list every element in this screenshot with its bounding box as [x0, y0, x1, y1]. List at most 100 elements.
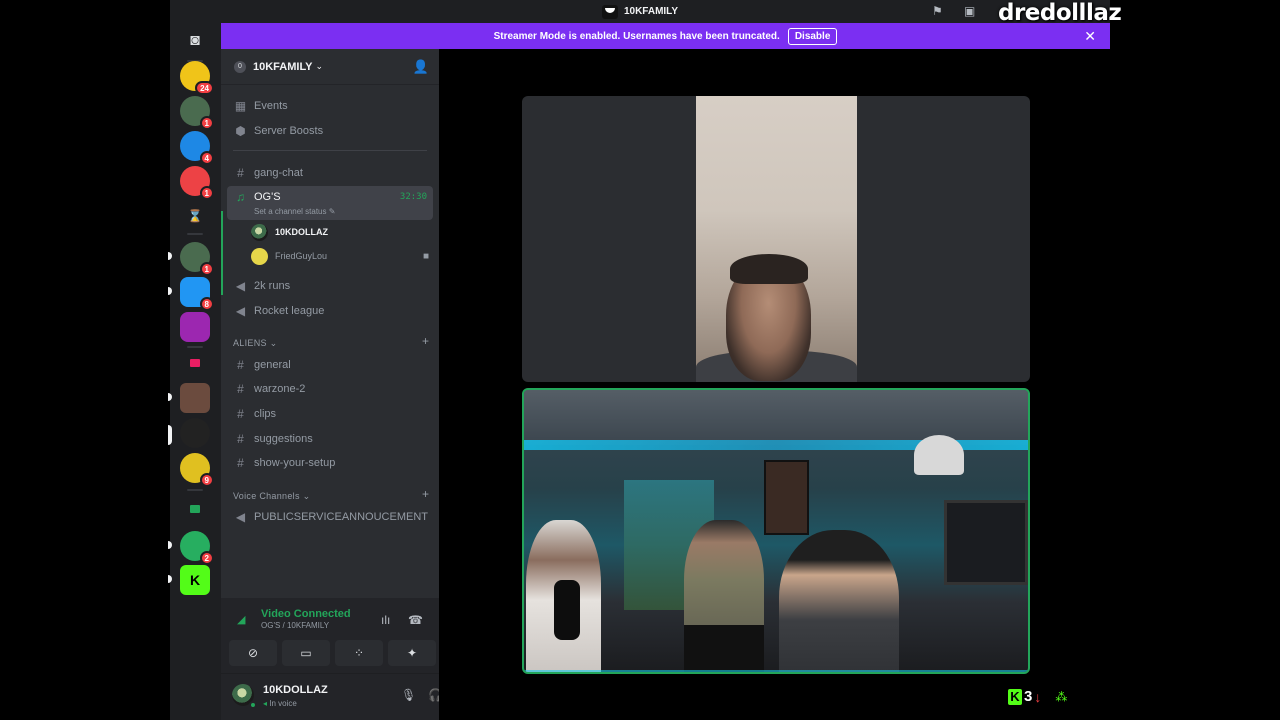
screen-share-button[interactable]: ▭	[282, 640, 330, 666]
online-status-icon	[249, 701, 257, 709]
soundboard-button[interactable]: ✦	[388, 640, 436, 666]
add-channel-icon[interactable]: +	[422, 487, 429, 501]
hourglass-icon[interactable]: ⌛	[180, 201, 210, 231]
category-label: Voice Channels	[233, 491, 300, 501]
rail-separator	[187, 233, 203, 235]
voice-user[interactable]: FriedGuyLou ■	[251, 245, 431, 267]
close-icon[interactable]: ✕	[1084, 28, 1096, 45]
server-icon-7[interactable]	[180, 312, 210, 342]
window-titlebar: 10KFAMILY ⚑ ▣	[170, 0, 1110, 23]
banner-text: Streamer Mode is enabled. Usernames have…	[493, 30, 780, 42]
voice-status-channel[interactable]: OG'S / 10KFAMILY	[261, 621, 329, 630]
channel-ogs[interactable]: ♫ OG'S Set a channel status ✎ 32:30	[227, 186, 433, 220]
kick-server-icon[interactable]: K	[180, 565, 210, 595]
add-user-icon[interactable]: 👤	[413, 59, 429, 75]
server-badge: 24	[195, 81, 214, 95]
people-icon: ⁂	[1055, 689, 1068, 704]
channel-general[interactable]: # general	[227, 354, 433, 376]
server-badge: 1	[199, 116, 214, 130]
channel-label: clips	[254, 408, 277, 420]
microphone-icon[interactable]: 🎙	[401, 688, 416, 702]
camera-off-icon: ⊘	[247, 646, 259, 660]
unread-pill	[168, 541, 172, 549]
video-feed	[696, 96, 857, 382]
channel-gang-chat[interactable]: # gang-chat	[227, 162, 433, 184]
server-badge: 2	[199, 551, 214, 565]
voice-status-icon: ◂	[263, 699, 268, 708]
guild-name: 10KFAMILY	[253, 60, 313, 73]
boost-icon: ⬢	[235, 124, 246, 138]
folder-icon[interactable]	[190, 505, 200, 513]
video-scene-ceiling	[524, 390, 1028, 445]
flag-icon[interactable]: ⚑	[932, 4, 943, 18]
sidebar-item-events[interactable]: ▦ Events	[227, 95, 433, 117]
sidebar-item-server-boosts[interactable]: ⬢ Server Boosts	[227, 120, 433, 142]
arrow-down-icon: ↓	[1034, 688, 1042, 705]
channel-status-text: Set a channel status	[254, 207, 327, 216]
hash-icon: #	[237, 456, 244, 470]
noise-suppression-icon[interactable]: ılı	[381, 613, 390, 627]
server-icon-8[interactable]	[180, 383, 210, 413]
server-icon-11[interactable]: 2	[180, 531, 214, 565]
discord-home-icon[interactable]: ◙	[180, 26, 210, 56]
avatar	[251, 247, 268, 265]
rail-separator	[187, 489, 203, 491]
camera-off-button[interactable]: ⊘	[229, 640, 277, 666]
unread-pill	[168, 252, 172, 260]
server-rail: ◙ 24 1 4 1 ⌛ 1 8 9 2 K	[168, 23, 220, 720]
channel-suggestions[interactable]: # suggestions	[227, 428, 433, 450]
disable-streamer-mode-button[interactable]: Disable	[787, 27, 838, 45]
channel-publicserviceannoucement[interactable]: ◀ PUBLICSERVICEANNOUCEMENT	[227, 506, 433, 528]
unread-pill	[168, 393, 172, 401]
inbox-icon[interactable]: ▣	[964, 4, 975, 18]
video-scene-monitor	[944, 500, 1028, 585]
rail-separator	[187, 346, 203, 348]
kick-viewer-overlay: K 3 ↓ ⁂	[1008, 688, 1067, 705]
soundboard-icon: ✦	[406, 646, 418, 660]
add-channel-icon[interactable]: +	[422, 334, 429, 348]
voice-user-name: FriedGuyLou	[275, 251, 328, 261]
channel-clips[interactable]: # clips	[227, 403, 433, 425]
server-icon-4[interactable]: 1	[180, 166, 214, 200]
server-icon-6[interactable]: 8	[180, 277, 214, 311]
video-subject-hair	[730, 254, 808, 284]
guild-header[interactable]: 0 10KFAMILY ⌄ 👤	[221, 49, 439, 85]
activities-button[interactable]: ⁘	[335, 640, 383, 666]
window-title: 10KFAMILY	[601, 4, 679, 19]
video-scene-lamp	[914, 435, 964, 475]
hash-icon: #	[237, 166, 244, 180]
signal-icon[interactable]: ◢	[237, 613, 245, 626]
window-title-text: 10KFAMILY	[623, 6, 679, 17]
activities-icon: ⁘	[353, 646, 365, 660]
channel-2k-runs[interactable]: ◀ 2k runs	[227, 275, 433, 297]
disconnect-icon[interactable]: ☎	[408, 613, 423, 627]
channel-warzone-2[interactable]: # warzone-2	[227, 378, 433, 400]
pencil-icon: ✎	[328, 207, 336, 216]
discord-app: ◙ 24 1 4 1 ⌛ 1 8 9 2 K Streamer Mode is …	[168, 23, 1110, 720]
voice-status-title[interactable]: Video Connected	[261, 608, 351, 620]
channel-rocket-league[interactable]: ◀ Rocket league	[227, 300, 433, 322]
category-voice-channels[interactable]: Voice Channels ⌄	[233, 491, 310, 502]
selected-pill	[168, 425, 172, 445]
channel-status[interactable]: Set a channel status ✎	[254, 207, 335, 216]
user-name[interactable]: 10KDOLLAZ	[263, 684, 328, 696]
video-scene-microphone	[554, 580, 580, 640]
voice-timer: 32:30	[399, 192, 427, 202]
video-tile-friedguylou[interactable]	[522, 96, 1030, 382]
folder-icon[interactable]	[190, 359, 200, 367]
server-badge: 1	[199, 186, 214, 200]
server-icon-2[interactable]: 1	[180, 96, 214, 130]
channel-label: OG'S	[254, 191, 281, 203]
server-icon-1[interactable]: 24	[180, 61, 214, 95]
category-aliens[interactable]: ALIENS ⌄	[233, 338, 277, 349]
server-icon-10[interactable]: 9	[180, 453, 214, 487]
server-icon-5[interactable]: 1	[180, 242, 214, 276]
speaker-icon: ◀	[235, 304, 246, 318]
sidebar-item-label: Server Boosts	[254, 125, 324, 137]
voice-user[interactable]: 10KDOLLAZ	[251, 221, 431, 243]
channel-show-your-setup[interactable]: # show-your-setup	[227, 452, 433, 474]
server-icon-9[interactable]	[180, 418, 210, 448]
server-icon-3[interactable]: 4	[180, 131, 214, 165]
video-tile-10kdollaz[interactable]	[522, 388, 1030, 674]
channel-label: warzone-2	[254, 383, 306, 395]
